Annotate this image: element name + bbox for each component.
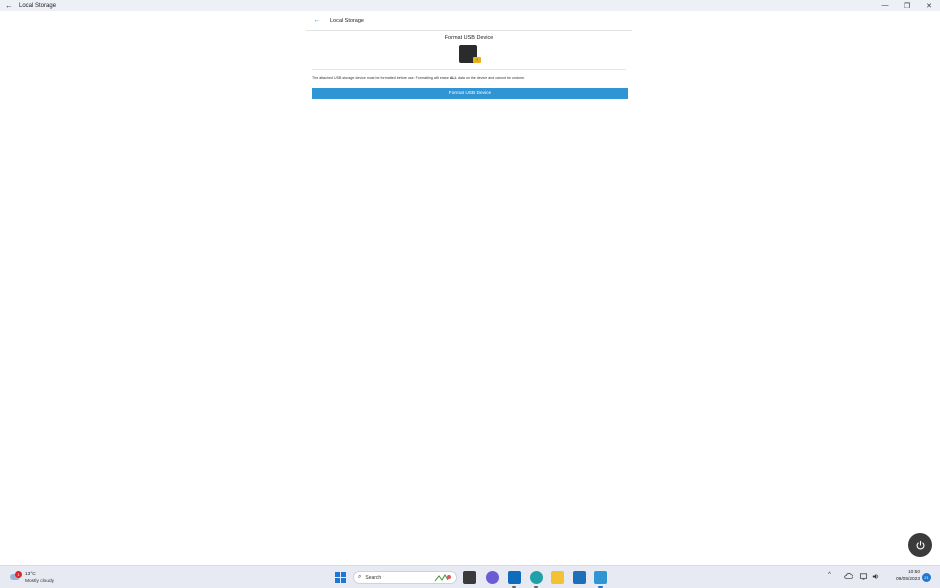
bing-icon[interactable] <box>594 571 607 584</box>
chat-icon[interactable] <box>486 571 499 584</box>
weather-alert-badge: 1 <box>15 571 22 578</box>
weather-temp: 13°C <box>25 572 36 577</box>
usb-device-icon: ! <box>459 45 481 65</box>
edge-icon[interactable] <box>530 571 543 584</box>
title-bar: ← Local Storage — ❐ ✕ <box>0 0 940 11</box>
warning-badge-icon: ! <box>473 57 481 63</box>
store-icon[interactable] <box>573 571 586 584</box>
panel-header-label: Local Storage <box>330 17 364 24</box>
power-button[interactable] <box>908 533 932 557</box>
network-icon[interactable] <box>859 572 868 581</box>
panel-header: ← Local Storage <box>306 11 632 31</box>
search-highlight-icon <box>434 574 451 582</box>
clock-date: 09/05/2023 <box>895 577 920 582</box>
power-icon <box>916 540 924 549</box>
close-icon[interactable]: ✕ <box>918 0 940 11</box>
outlook-icon[interactable] <box>508 571 521 584</box>
clock[interactable]: 10:50 09/05/2023 <box>884 570 920 582</box>
format-warning-message: The attached USB storage device must be … <box>312 76 626 80</box>
start-icon[interactable] <box>334 571 347 584</box>
panel-back-arrow-icon[interactable]: ← <box>306 17 328 24</box>
divider <box>312 69 626 70</box>
chevron-up-icon[interactable]: ^ <box>828 572 831 578</box>
message-text-start: The attached USB storage device must be … <box>312 76 450 80</box>
minimize-icon[interactable]: — <box>874 0 896 11</box>
search-icon: ⌕ <box>358 574 362 580</box>
task-view-icon[interactable] <box>463 571 476 584</box>
notification-badge[interactable]: 21 <box>922 573 931 582</box>
outlook-running-indicator <box>512 586 516 588</box>
bing-active-indicator <box>598 586 603 588</box>
window-title: Local Storage <box>19 2 57 9</box>
message-text-bold: ALL <box>449 76 457 80</box>
clock-time: 10:50 <box>907 570 920 575</box>
weather-desc: Mostly cloudy <box>25 579 55 584</box>
section-title: Format USB Device <box>444 35 494 41</box>
search-placeholder: Search <box>365 574 382 581</box>
taskbar: 1 13°C Mostly cloudy ⌕ Search ^ 10:50 09… <box>0 565 940 588</box>
file-explorer-icon[interactable] <box>551 571 564 584</box>
format-usb-panel: ← Local Storage Format USB Device ! The … <box>306 11 632 111</box>
weather-widget[interactable]: 1 13°C Mostly cloudy <box>8 570 68 586</box>
restore-icon[interactable]: ❐ <box>896 0 918 11</box>
volume-icon[interactable] <box>871 572 880 581</box>
back-arrow-icon[interactable]: ← <box>1 1 17 10</box>
window-controls: — ❐ ✕ <box>874 0 940 11</box>
message-text-end: data on the device and cannot be undone. <box>456 76 525 80</box>
format-usb-button[interactable]: Format USB Device <box>312 88 628 99</box>
onedrive-icon[interactable] <box>844 572 853 581</box>
edge-running-indicator <box>534 586 538 588</box>
taskbar-search[interactable]: ⌕ Search <box>353 571 457 584</box>
